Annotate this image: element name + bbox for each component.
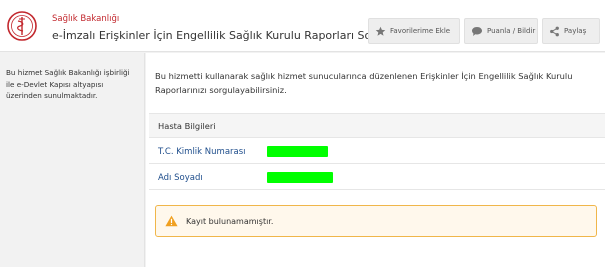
star-icon bbox=[375, 26, 386, 36]
alert-message: Kayıt bulunamamıştır. bbox=[186, 216, 274, 226]
rate-button[interactable]: Puanla / Bildir bbox=[464, 18, 538, 44]
speech-bubble-icon bbox=[472, 26, 482, 36]
intro-text: Bu hizmetti kullanarak sağlık hizmet sun… bbox=[155, 71, 573, 95]
tc-number-value-redacted bbox=[267, 146, 328, 157]
tc-number-label: T.C. Kimlik Numarası bbox=[158, 146, 246, 157]
favorite-button-label: Favorilerime Ekle bbox=[390, 27, 451, 35]
favorite-button[interactable]: Favorilerime Ekle bbox=[368, 18, 460, 44]
field-row-full-name: Adı Soyadı bbox=[149, 166, 605, 190]
warning-icon bbox=[165, 215, 178, 227]
sidebar: Bu hizmet Sağlık Bakanlığı işbirliği ile… bbox=[0, 53, 145, 267]
full-name-label: Adı Soyadı bbox=[158, 172, 203, 183]
ministry-logo-icon bbox=[6, 10, 38, 42]
page-title: e-İmzalı Erişkinler İçin Engellilik Sağl… bbox=[52, 29, 417, 42]
section-title-label: Hasta Bilgileri bbox=[158, 120, 216, 131]
main-content: Bu hizmetti kullanarak sağlık hizmet sun… bbox=[146, 53, 605, 267]
share-button[interactable]: Paylaş bbox=[542, 18, 600, 44]
share-button-label: Paylaş bbox=[564, 27, 587, 35]
no-record-alert: Kayıt bulunamamıştır. bbox=[155, 205, 597, 237]
page-header: Sağlık Bakanlığı e-İmzalı Erişkinler İçi… bbox=[0, 0, 605, 52]
service-info-text: Bu hizmet Sağlık Bakanlığı işbirliği ile… bbox=[6, 68, 130, 100]
share-icon bbox=[550, 26, 559, 36]
field-row-tc-number: T.C. Kimlik Numarası bbox=[149, 140, 605, 164]
rate-button-label: Puanla / Bildir bbox=[487, 27, 536, 35]
section-title: Hasta Bilgileri bbox=[149, 113, 605, 138]
full-name-value-redacted bbox=[267, 172, 333, 183]
org-name: Sağlık Bakanlığı bbox=[52, 14, 120, 24]
